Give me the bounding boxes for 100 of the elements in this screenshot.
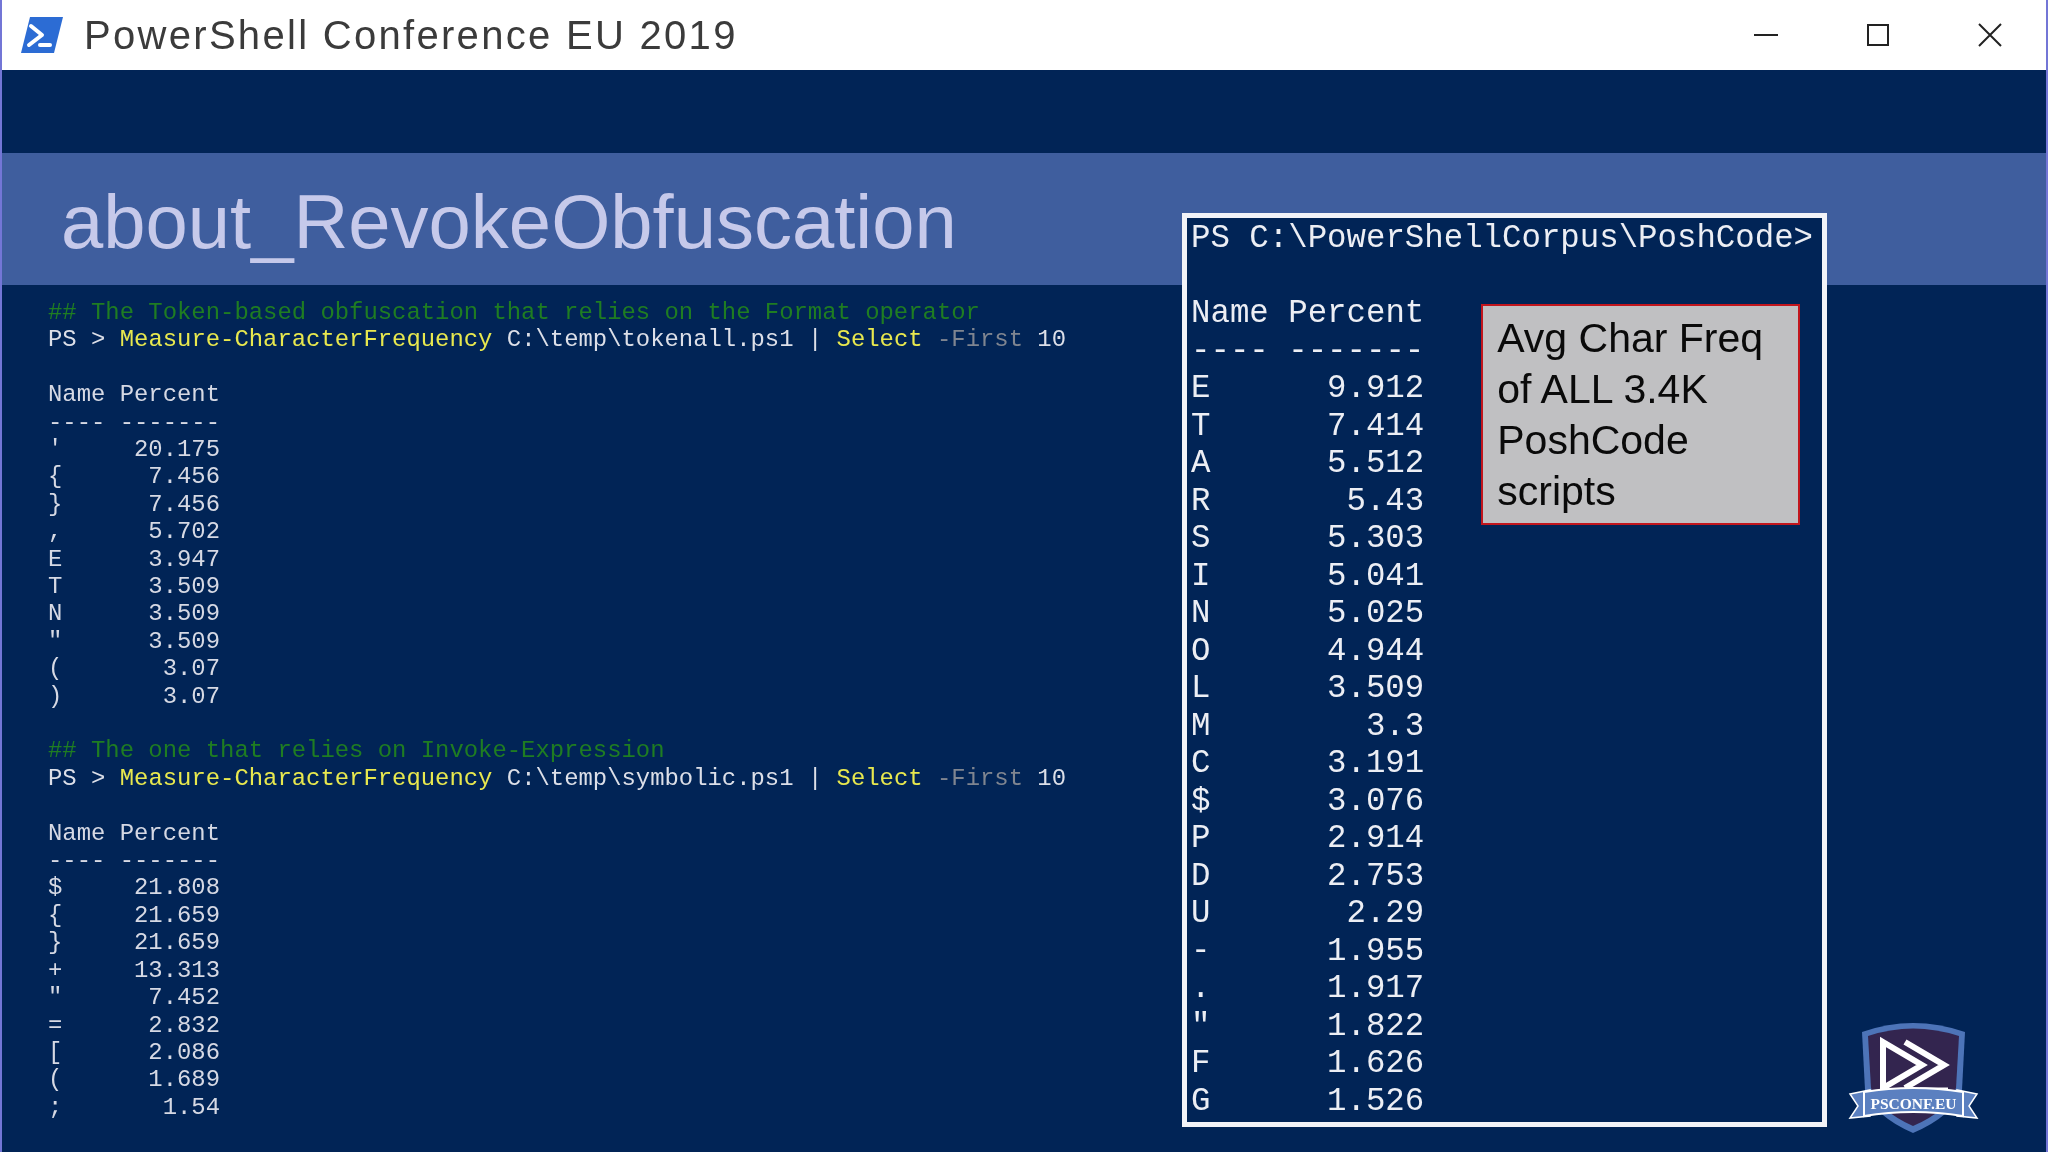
comment-line: ## The one that relies on Invoke-Expression	[48, 737, 665, 765]
name-cell: '	[48, 436, 63, 464]
column-rule: -------	[1288, 332, 1425, 370]
percent-cell: 3.509	[148, 600, 220, 628]
name-cell: (	[48, 1066, 63, 1094]
name-cell: T	[1191, 407, 1211, 445]
name-cell: N	[48, 600, 63, 628]
percent-cell: 2.753	[1327, 857, 1425, 895]
comment-line: ## The Token-based obfuscation that relies on the Format operator	[48, 299, 980, 327]
name-cell: }	[48, 929, 63, 957]
percent-cell: 1.526	[1327, 1082, 1425, 1120]
percent-cell: 3.3	[1365, 707, 1425, 745]
column-rule: ----	[48, 408, 106, 436]
percent-cell: 21.659	[134, 929, 220, 957]
name-cell: {	[48, 463, 63, 491]
command-line: PS > Measure-CharacterFrequency C:\temp\tokenall.ps1 | Select -First 10	[48, 326, 1066, 354]
minimize-icon	[1754, 34, 1778, 36]
percent-cell: 3.07	[162, 682, 220, 711]
percent-cell: 2.914	[1327, 820, 1425, 858]
percent-cell: 5.702	[148, 518, 220, 546]
slide-title: about_RevokeObfuscation	[61, 180, 957, 264]
column-header: Percent	[1288, 295, 1425, 333]
column-header: Percent	[119, 381, 221, 409]
name-cell: F	[1191, 1045, 1211, 1083]
name-cell: {	[48, 901, 63, 930]
name-cell: D	[1191, 857, 1211, 895]
percent-cell: 3.947	[148, 545, 220, 574]
name-cell: )	[48, 682, 63, 711]
maximize-icon	[1867, 24, 1889, 46]
percent-cell: 7.456	[148, 490, 220, 519]
percent-cell: 2.086	[148, 1038, 220, 1067]
name-cell: S	[1191, 520, 1211, 558]
percent-cell: 3.509	[1327, 670, 1425, 708]
percent-cell: 21.659	[134, 901, 220, 930]
column-rule: -------	[119, 408, 221, 436]
percent-cell: 5.512	[1327, 445, 1425, 483]
percent-cell: 9.912	[1327, 370, 1425, 408]
percent-cell: 1.54	[162, 1093, 220, 1122]
name-cell: }	[48, 490, 63, 519]
name-cell: P	[1191, 820, 1211, 858]
name-cell: ;	[48, 1093, 63, 1122]
name-cell: E	[48, 545, 63, 574]
name-cell: M	[1191, 707, 1211, 745]
column-header: Name	[1191, 295, 1269, 333]
name-cell: .	[1191, 970, 1211, 1008]
name-cell: T	[48, 573, 63, 601]
name-cell: G	[1191, 1082, 1211, 1120]
percent-cell: 20.175	[134, 436, 220, 464]
percent-cell: 5.041	[1327, 557, 1425, 595]
name-cell: $	[48, 874, 63, 902]
percent-cell: 5.025	[1327, 595, 1425, 633]
percent-cell: 3.076	[1327, 782, 1425, 820]
column-rule: ----	[48, 847, 106, 875]
name-cell: E	[1191, 370, 1211, 408]
name-cell: "	[1191, 1007, 1211, 1045]
name-cell: -	[1191, 932, 1211, 970]
terminal-icon	[21, 17, 63, 53]
column-header: Name	[48, 819, 106, 848]
window-title: PowerShell Conference EU 2019	[84, 12, 738, 59]
percent-cell: 3.509	[148, 573, 220, 601]
percent-cell: 1.822	[1327, 1007, 1425, 1045]
column-rule: ----	[1191, 332, 1269, 370]
percent-cell: 1.955	[1327, 932, 1425, 970]
name-cell: C	[1191, 745, 1211, 783]
column-rule: -------	[119, 847, 221, 875]
percent-cell: 4.944	[1327, 632, 1425, 670]
name-cell: [	[48, 1038, 63, 1067]
name-cell: N	[1191, 595, 1211, 633]
name-cell: (	[48, 655, 63, 683]
percent-cell: 2.29	[1346, 895, 1425, 933]
column-header: Percent	[119, 819, 221, 848]
name-cell: O	[1191, 632, 1211, 670]
percent-cell: 7.414	[1327, 407, 1425, 445]
command-line: PS > Measure-CharacterFrequency C:\temp\symbolic.ps1 | Select -First 10	[48, 764, 1066, 793]
name-cell: A	[1191, 445, 1211, 483]
shield-logo-icon	[1848, 1023, 1979, 1133]
prompt-line: PS C:\PowerShellCorpus\PoshCode>	[1191, 220, 1814, 258]
logo-wordmark: PSCONF.EU	[1870, 1095, 1957, 1112]
percent-cell: 2.832	[148, 1011, 220, 1039]
close-icon	[1978, 23, 2002, 47]
name-cell: =	[48, 1011, 63, 1039]
name-cell: I	[1191, 557, 1211, 595]
name-cell: "	[48, 627, 63, 656]
percent-cell: 3.07	[162, 655, 220, 683]
percent-cell: 3.191	[1327, 745, 1425, 783]
name-cell: $	[1191, 782, 1211, 820]
name-cell: L	[1191, 670, 1211, 708]
name-cell: R	[1191, 482, 1211, 520]
percent-cell: 5.43	[1346, 482, 1425, 520]
percent-cell: 3.509	[148, 627, 220, 656]
name-cell: "	[48, 984, 63, 1012]
percent-cell: 13.313	[134, 956, 220, 985]
percent-cell: 21.808	[134, 874, 220, 902]
percent-cell: 5.303	[1327, 520, 1425, 558]
callout-note: Avg Char Freq of ALL 3.4K PoshCode scripts	[1481, 304, 1801, 525]
percent-cell: 1.626	[1327, 1045, 1425, 1083]
percent-cell: 1.689	[148, 1066, 220, 1094]
column-header: Name	[48, 381, 106, 409]
name-cell: +	[48, 956, 63, 985]
percent-cell: 7.452	[148, 984, 220, 1012]
